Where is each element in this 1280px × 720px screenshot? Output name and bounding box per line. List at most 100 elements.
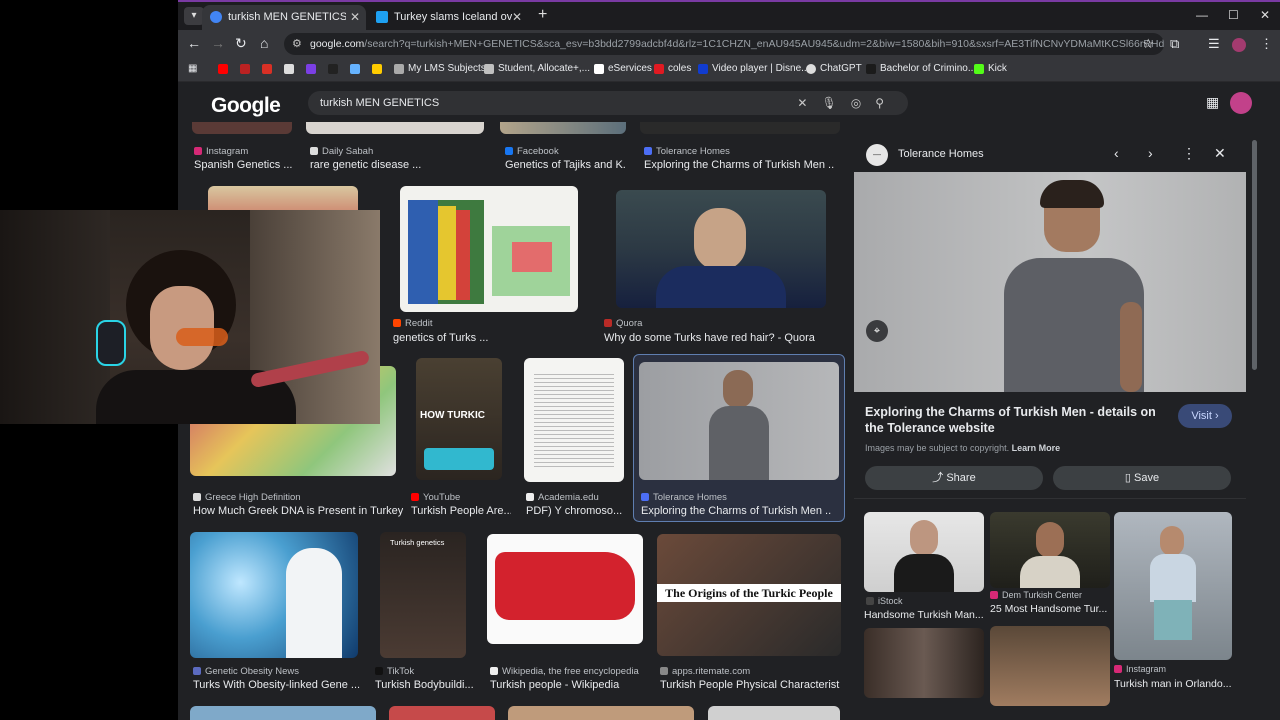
result-source[interactable]: YouTube bbox=[411, 492, 460, 503]
result-source[interactable]: Tolerance Homes bbox=[641, 492, 727, 503]
close-tab-icon[interactable]: ✕ bbox=[350, 5, 360, 29]
result-source[interactable]: TikTok bbox=[375, 666, 414, 677]
share-button[interactable]: ⤴ Share bbox=[865, 466, 1043, 490]
related-source[interactable]: Dem Turkish Center bbox=[990, 590, 1082, 600]
result-caption[interactable]: How Much Greek DNA is Present in Turkey? bbox=[193, 505, 403, 517]
result-source[interactable]: Daily Sabah bbox=[310, 146, 373, 157]
preview-title[interactable]: Exploring the Charms of Turkish Men - de… bbox=[865, 404, 1165, 436]
lens-icon[interactable]: ◎ bbox=[851, 96, 875, 110]
address-bar[interactable]: ⚙ google.com/search?q=turkish+MEN+GENETI… bbox=[284, 33, 1164, 55]
result-caption[interactable]: Turks With Obesity-linked Gene ... bbox=[193, 679, 373, 691]
related-thumbnail[interactable] bbox=[1114, 512, 1232, 660]
bookmark-crimino[interactable]: Bachelor of Crimino... bbox=[866, 63, 976, 74]
learn-more-link[interactable]: Learn More bbox=[1012, 443, 1061, 453]
new-tab-icon[interactable]: + bbox=[538, 6, 547, 24]
result-source[interactable]: apps.ritemate.com bbox=[660, 666, 750, 677]
result-thumbnail-selected[interactable] bbox=[639, 362, 839, 480]
visit-button[interactable]: Visit › bbox=[1178, 404, 1232, 428]
result-thumbnail-chart[interactable] bbox=[400, 186, 578, 312]
related-caption[interactable]: 25 Most Handsome Tur... bbox=[990, 603, 1110, 615]
related-thumbnail[interactable] bbox=[990, 512, 1110, 588]
result-caption[interactable]: genetics of Turks ... bbox=[393, 332, 503, 344]
result-thumbnail[interactable] bbox=[190, 706, 376, 720]
site-info-icon[interactable]: ⚙ bbox=[292, 33, 302, 55]
search-icon[interactable]: ⚲ bbox=[875, 96, 898, 110]
preview-image[interactable] bbox=[854, 172, 1246, 392]
result-source[interactable]: Facebook bbox=[505, 146, 559, 157]
bookmark-star-icon[interactable]: ☆ bbox=[1142, 33, 1154, 55]
result-thumbnail[interactable] bbox=[192, 122, 292, 134]
bookmark-chatgpt[interactable]: ChatGPT bbox=[806, 63, 862, 74]
save-button[interactable]: ▯ Save bbox=[1053, 466, 1231, 490]
result-caption[interactable]: Exploring the Charms of Turkish Men ... bbox=[641, 505, 831, 517]
account-avatar[interactable] bbox=[1230, 92, 1252, 114]
result-thumbnail-map[interactable] bbox=[487, 534, 643, 644]
result-source[interactable]: Academia.edu bbox=[526, 492, 599, 503]
next-icon[interactable]: › bbox=[1148, 145, 1153, 161]
result-caption[interactable]: PDF) Y chromoso... bbox=[526, 505, 622, 517]
search-box[interactable]: turkish MEN GENETICS ✕🎙◎⚲ bbox=[308, 91, 908, 115]
forward-icon[interactable]: → bbox=[211, 35, 225, 51]
google-apps-icon[interactable]: ▦ bbox=[1206, 94, 1219, 111]
close-window-icon[interactable]: ✕ bbox=[1260, 8, 1270, 22]
result-caption[interactable]: Exploring the Charms of Turkish Men ... bbox=[644, 159, 834, 171]
extensions-icon[interactable]: ⧉ bbox=[1170, 36, 1179, 52]
related-caption[interactable]: Turkish man in Orlando... bbox=[1114, 678, 1234, 690]
previous-icon[interactable]: ‹ bbox=[1114, 145, 1119, 161]
close-tab-icon[interactable]: ✕ bbox=[512, 5, 522, 29]
panel-site-name[interactable]: Tolerance Homes bbox=[898, 148, 984, 160]
panel-scrollbar[interactable] bbox=[1252, 140, 1257, 370]
bookmark-disney[interactable]: Video player | Disne... bbox=[698, 63, 809, 74]
result-caption[interactable]: Turkish People Are... bbox=[411, 505, 511, 517]
result-thumbnail-tiktok[interactable]: Turkish genetics bbox=[380, 532, 466, 658]
result-source[interactable]: Greece High Definition bbox=[193, 492, 301, 503]
google-logo[interactable]: Google bbox=[211, 94, 281, 118]
bookmark-coles[interactable]: coles bbox=[654, 63, 691, 74]
minimize-icon[interactable]: — bbox=[1196, 8, 1208, 22]
lens-search-icon[interactable]: ⌖ bbox=[866, 320, 888, 342]
more-options-icon[interactable]: ⋮ bbox=[1182, 145, 1196, 162]
result-caption[interactable]: Genetics of Tajiks and K... bbox=[505, 159, 625, 171]
result-thumbnail-footballer[interactable] bbox=[616, 190, 826, 308]
related-caption[interactable]: Handsome Turkish Man... bbox=[864, 609, 984, 621]
result-thumbnail[interactable] bbox=[306, 122, 484, 134]
result-caption[interactable]: rare genetic disease ... bbox=[310, 159, 430, 171]
back-icon[interactable]: ← bbox=[187, 35, 201, 51]
home-icon[interactable]: ⌂ bbox=[260, 35, 268, 51]
result-thumbnail-dna[interactable] bbox=[190, 532, 358, 658]
reload-icon[interactable]: ↻ bbox=[235, 35, 247, 52]
result-source[interactable]: Quora bbox=[604, 318, 642, 329]
related-source[interactable]: iStock bbox=[866, 596, 903, 606]
related-thumbnail[interactable] bbox=[864, 512, 984, 592]
tab-google-search[interactable]: turkish MEN GENETICS - Goog ✕ bbox=[202, 5, 366, 30]
result-thumbnail[interactable] bbox=[500, 122, 626, 134]
bookmark-eservices[interactable]: eServices bbox=[594, 63, 652, 74]
result-source[interactable]: Reddit bbox=[393, 318, 432, 329]
related-source[interactable]: Instagram bbox=[1114, 664, 1166, 674]
result-thumbnail-pdf[interactable] bbox=[524, 358, 624, 482]
search-input[interactable]: turkish MEN GENETICS bbox=[320, 97, 439, 109]
tab-search-button[interactable]: ▾ bbox=[184, 7, 204, 25]
result-caption[interactable]: Turkish Bodybuildi... bbox=[375, 679, 475, 691]
result-thumbnail[interactable] bbox=[708, 706, 840, 720]
result-thumbnail[interactable] bbox=[640, 122, 840, 134]
menu-kebab-icon[interactable]: ⋮ bbox=[1260, 36, 1273, 52]
result-thumbnail-origins[interactable]: The Origins of the Turkic People bbox=[657, 534, 841, 656]
related-thumbnail[interactable] bbox=[864, 628, 984, 698]
result-source[interactable]: Wikipedia, the free encyclopedia bbox=[490, 666, 639, 677]
result-source[interactable]: Tolerance Homes bbox=[644, 146, 730, 157]
related-thumbnail[interactable] bbox=[990, 626, 1110, 706]
mic-icon[interactable]: 🎙 bbox=[821, 96, 850, 110]
result-thumbnail[interactable] bbox=[389, 706, 495, 720]
reading-list-icon[interactable]: ☰ bbox=[1208, 36, 1220, 52]
bookmark-kick[interactable]: Kick bbox=[974, 63, 1007, 74]
maximize-icon[interactable]: ☐ bbox=[1228, 8, 1239, 22]
result-thumbnail-youtube[interactable]: HOW TURKIC bbox=[416, 358, 502, 480]
result-thumbnail[interactable] bbox=[508, 706, 694, 720]
bookmark-student[interactable]: Student, Allocate+,... bbox=[484, 63, 590, 74]
result-caption[interactable]: Spanish Genetics ... bbox=[194, 159, 304, 171]
tab-news[interactable]: Turkey slams Iceland over nati ✕ bbox=[368, 5, 528, 30]
profile-avatar-icon[interactable] bbox=[1232, 38, 1246, 52]
close-panel-icon[interactable]: ✕ bbox=[1214, 145, 1226, 162]
apps-grid-icon[interactable]: ▦ bbox=[188, 63, 197, 74]
